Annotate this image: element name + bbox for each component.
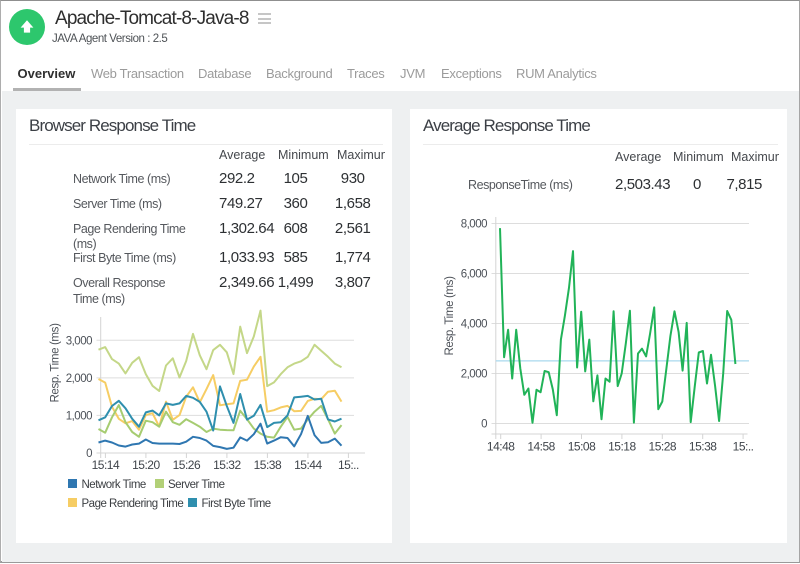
svg-text:15:28: 15:28 [649,440,677,454]
svg-text:4,000: 4,000 [461,319,487,331]
svg-text:2,000: 2,000 [66,373,92,385]
svg-text:0: 0 [481,419,487,431]
svg-text:15:26: 15:26 [173,458,201,472]
svg-text:6,000: 6,000 [461,269,487,281]
svg-text:15:08: 15:08 [568,440,596,454]
svg-text:1,000: 1,000 [66,411,92,423]
svg-text:14:58: 14:58 [527,440,555,454]
svg-text:15:38: 15:38 [254,458,282,472]
svg-text:15:20: 15:20 [132,458,160,472]
svg-text:Resp. Time (ms): Resp. Time (ms) [50,323,62,403]
svg-text:15:38: 15:38 [689,440,717,454]
svg-text:15:32: 15:32 [213,458,241,472]
svg-text:14:48: 14:48 [487,440,515,454]
svg-text:2,000: 2,000 [461,369,487,381]
svg-text:8,000: 8,000 [461,219,487,231]
svg-text:15:44: 15:44 [294,458,322,472]
svg-text:15:..: 15:.. [733,440,754,454]
svg-text:15:14: 15:14 [92,458,120,472]
svg-text:Resp. Time (ms): Resp. Time (ms) [444,276,456,356]
svg-text:3,000: 3,000 [66,336,92,348]
svg-text:15:18: 15:18 [608,440,636,454]
svg-text:15:..: 15:.. [338,458,359,472]
